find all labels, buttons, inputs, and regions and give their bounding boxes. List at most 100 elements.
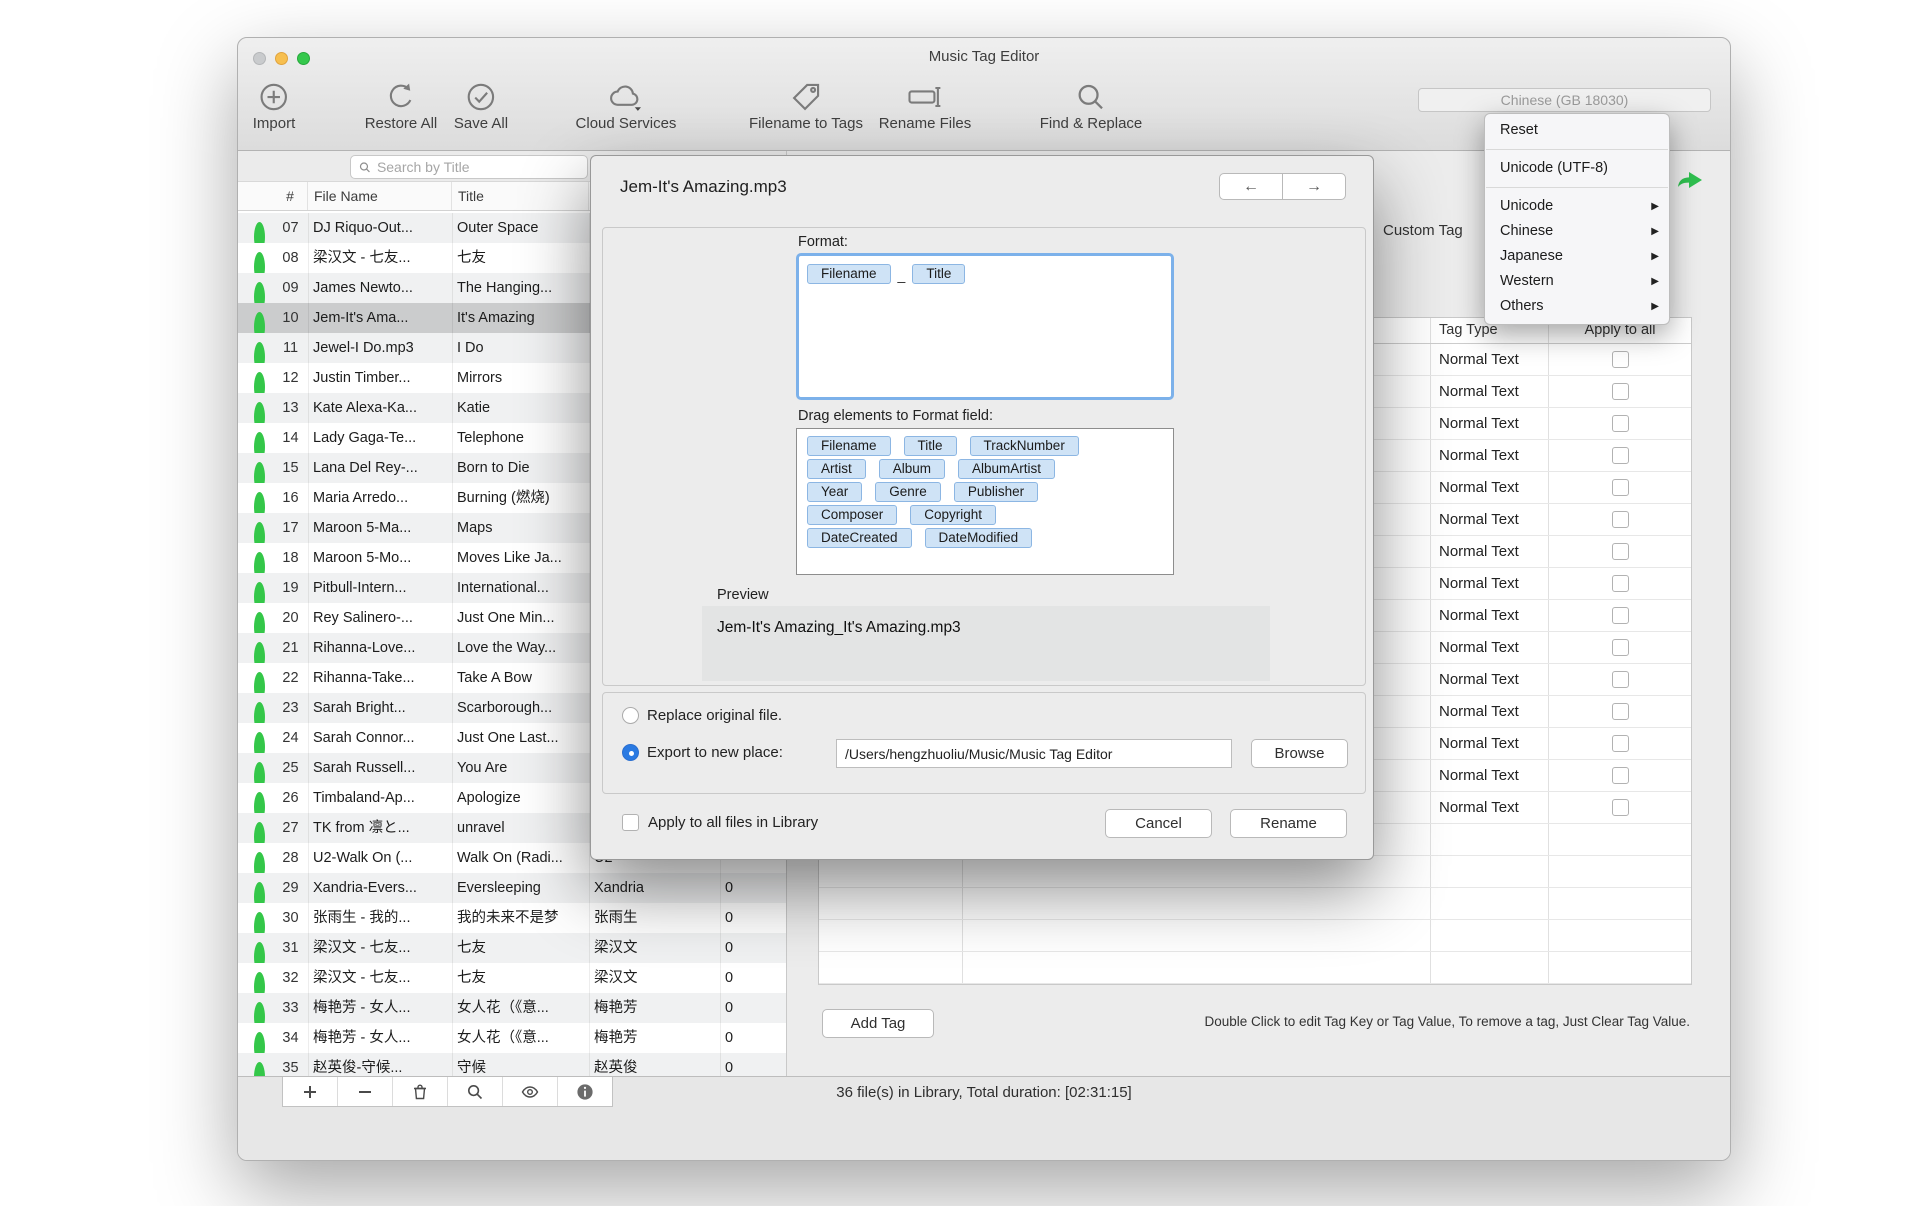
element-chip-album[interactable]: Album xyxy=(879,459,945,479)
apply-to-all-checkbox[interactable] xyxy=(1612,639,1629,656)
convert-arrow-button[interactable] xyxy=(1675,167,1705,198)
file-row[interactable]: 30张雨生 - 我的...我的未来不是梦张雨生0 xyxy=(238,903,786,933)
tag-key-cell[interactable] xyxy=(819,952,963,983)
apply-to-all-checkbox[interactable] xyxy=(1612,447,1629,464)
file-row[interactable]: 29Xandria-Evers...EversleepingXandria0 xyxy=(238,873,786,903)
tag-type-cell[interactable]: Normal Text xyxy=(1431,664,1549,695)
apply-to-all-checkbox[interactable] xyxy=(1612,671,1629,688)
element-chip-datemodified[interactable]: DateModified xyxy=(925,528,1033,548)
tag-type-cell[interactable] xyxy=(1431,824,1549,855)
format-field[interactable]: Filename _ Title xyxy=(796,253,1174,400)
element-chip-publisher[interactable]: Publisher xyxy=(954,482,1038,502)
tag-value-cell[interactable] xyxy=(963,888,1431,919)
element-chip-title[interactable]: Title xyxy=(904,436,957,456)
tag-type-cell[interactable] xyxy=(1431,952,1549,983)
apply-to-all-checkbox[interactable] xyxy=(1612,607,1629,624)
tag-type-cell[interactable] xyxy=(1431,920,1549,951)
tag-type-cell[interactable]: Normal Text xyxy=(1431,376,1549,407)
cloud-services-button[interactable]: Cloud Services xyxy=(576,80,677,132)
search-input[interactable] xyxy=(377,159,579,175)
tag-type-cell[interactable]: Normal Text xyxy=(1431,504,1549,535)
import-button[interactable]: Import xyxy=(253,80,296,132)
filename-to-tags-button[interactable]: Filename to Tags xyxy=(749,80,863,132)
apply-to-all-checkbox[interactable] xyxy=(1612,383,1629,400)
column-header-title[interactable]: Title xyxy=(452,182,589,210)
close-button[interactable] xyxy=(253,52,266,65)
menu-item-japanese[interactable]: Japanese▶ xyxy=(1485,244,1669,269)
tag-type-cell[interactable]: Normal Text xyxy=(1431,792,1549,823)
format-chip-title[interactable]: Title xyxy=(912,264,965,284)
add-tag-button[interactable]: Add Tag xyxy=(822,1009,934,1038)
tag-type-cell[interactable]: Normal Text xyxy=(1431,536,1549,567)
custom-tag-row[interactable] xyxy=(819,856,1691,888)
column-header-filename[interactable]: File Name xyxy=(308,182,452,210)
menu-item-chinese[interactable]: Chinese▶ xyxy=(1485,219,1669,244)
element-chip-albumartist[interactable]: AlbumArtist xyxy=(958,459,1055,479)
restore-all-button[interactable]: Restore All xyxy=(365,80,438,132)
apply-all-checkbox[interactable] xyxy=(622,814,639,831)
file-row[interactable]: 34梅艳芳 - 女人...女人花（《意...梅艳芳0 xyxy=(238,1023,786,1053)
tag-type-cell[interactable] xyxy=(1431,856,1549,887)
element-chip-tracknumber[interactable]: TrackNumber xyxy=(970,436,1079,456)
apply-to-all-checkbox[interactable] xyxy=(1612,511,1629,528)
apply-to-all-checkbox[interactable] xyxy=(1612,767,1629,784)
menu-item-unicode-utf-8-[interactable]: Unicode (UTF-8) xyxy=(1485,156,1669,181)
apply-to-all-checkbox[interactable] xyxy=(1612,543,1629,560)
menu-item-others[interactable]: Others▶ xyxy=(1485,294,1669,319)
format-chip-filename[interactable]: Filename xyxy=(807,264,891,284)
apply-to-all-checkbox[interactable] xyxy=(1612,351,1629,368)
rename-button[interactable]: Rename xyxy=(1230,809,1347,838)
prev-file-button[interactable]: ← xyxy=(1219,173,1283,200)
find-replace-button[interactable]: Find & Replace xyxy=(1040,80,1143,132)
file-row[interactable]: 32梁汉文 - 七友...七友梁汉文0 xyxy=(238,963,786,993)
tag-key-cell[interactable] xyxy=(819,920,963,951)
apply-to-all-checkbox[interactable] xyxy=(1612,479,1629,496)
element-chip-composer[interactable]: Composer xyxy=(807,505,897,525)
file-row[interactable]: 31梁汉文 - 七友...七友梁汉文0 xyxy=(238,933,786,963)
apply-to-all-checkbox[interactable] xyxy=(1612,703,1629,720)
tag-key-cell[interactable] xyxy=(819,888,963,919)
tag-type-cell[interactable]: Normal Text xyxy=(1431,344,1549,375)
export-new-place-radio[interactable] xyxy=(622,744,639,761)
tag-type-cell[interactable]: Normal Text xyxy=(1431,408,1549,439)
element-chip-artist[interactable]: Artist xyxy=(807,459,866,479)
browse-button[interactable]: Browse xyxy=(1251,739,1348,768)
tag-type-cell[interactable]: Normal Text xyxy=(1431,568,1549,599)
search-field[interactable] xyxy=(350,155,588,179)
minimize-button[interactable] xyxy=(275,52,288,65)
tab-custom-tag[interactable]: Custom Tag xyxy=(1383,222,1463,239)
apply-to-all-checkbox[interactable] xyxy=(1612,575,1629,592)
tag-type-cell[interactable]: Normal Text xyxy=(1431,728,1549,759)
apply-to-all-checkbox[interactable] xyxy=(1612,799,1629,816)
tag-type-cell[interactable]: Normal Text xyxy=(1431,600,1549,631)
tag-type-cell[interactable]: Normal Text xyxy=(1431,472,1549,503)
custom-tag-row[interactable] xyxy=(819,952,1691,984)
tag-type-cell[interactable]: Normal Text xyxy=(1431,696,1549,727)
column-header-number[interactable]: # xyxy=(273,182,308,210)
apply-to-all-checkbox[interactable] xyxy=(1612,735,1629,752)
tag-type-cell[interactable]: Normal Text xyxy=(1431,440,1549,471)
tag-key-cell[interactable] xyxy=(819,856,963,887)
file-row[interactable]: 33梅艳芳 - 女人...女人花（《意...梅艳芳0 xyxy=(238,993,786,1023)
tag-type-cell[interactable] xyxy=(1431,888,1549,919)
rename-files-button[interactable]: Rename Files xyxy=(879,80,972,132)
apply-to-all-checkbox[interactable] xyxy=(1612,415,1629,432)
menu-item-reset[interactable]: Reset xyxy=(1485,118,1669,143)
element-chip-genre[interactable]: Genre xyxy=(875,482,941,502)
menu-item-western[interactable]: Western▶ xyxy=(1485,269,1669,294)
next-file-button[interactable]: → xyxy=(1282,173,1346,200)
export-path-field[interactable] xyxy=(836,739,1232,768)
element-chip-copyright[interactable]: Copyright xyxy=(910,505,996,525)
element-chip-datecreated[interactable]: DateCreated xyxy=(807,528,912,548)
zoom-window-button[interactable] xyxy=(297,52,310,65)
replace-original-radio[interactable] xyxy=(622,707,639,724)
element-chip-year[interactable]: Year xyxy=(807,482,862,502)
tag-value-cell[interactable] xyxy=(963,856,1431,887)
save-all-button[interactable]: Save All xyxy=(454,80,508,132)
encoding-select-field[interactable]: Chinese (GB 18030) xyxy=(1418,88,1711,112)
menu-item-unicode[interactable]: Unicode▶ xyxy=(1485,194,1669,219)
element-chip-filename[interactable]: Filename xyxy=(807,436,891,456)
file-row[interactable]: 35赵英俊-守候...守候赵英俊0 xyxy=(238,1053,786,1076)
tag-type-cell[interactable]: Normal Text xyxy=(1431,632,1549,663)
cancel-button[interactable]: Cancel xyxy=(1105,809,1212,838)
